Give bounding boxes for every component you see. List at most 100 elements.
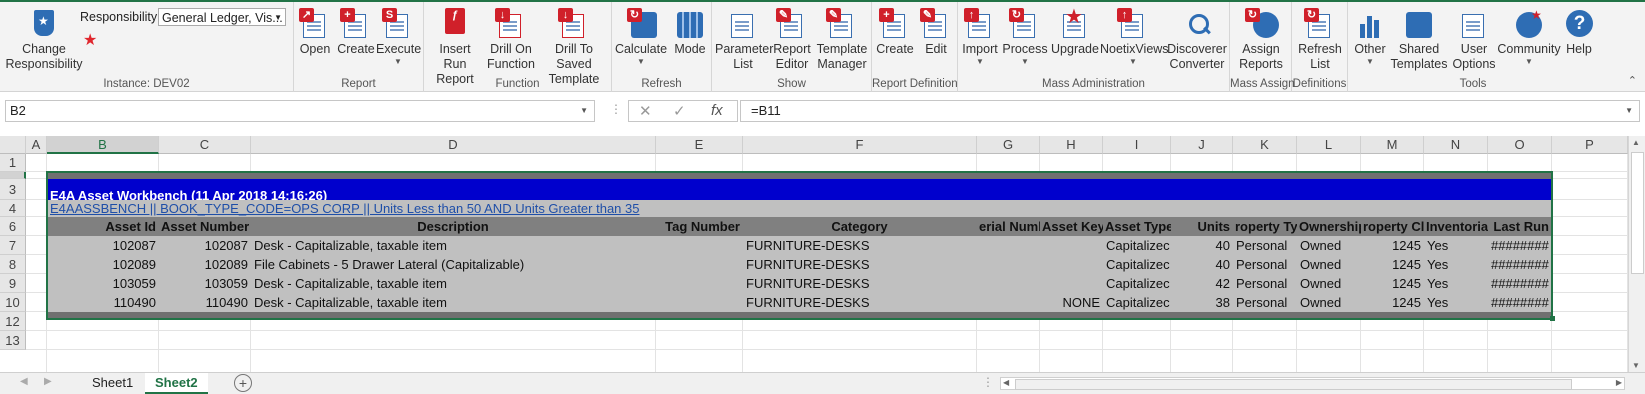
column-header-j[interactable]: J xyxy=(1171,136,1233,154)
name-box[interactable]: B2 ▼ xyxy=(5,100,595,122)
column-header-f[interactable]: F xyxy=(743,136,977,154)
instance-label: Instance: DEV02 xyxy=(103,78,190,90)
definition-create-button[interactable]: + Create xyxy=(874,8,916,57)
chevron-down-icon: ▼ xyxy=(1366,57,1374,66)
definition-edit-label: Edit xyxy=(925,42,947,56)
responsibility-select[interactable]: General Ledger, Vis... ▼ xyxy=(158,8,286,26)
column-header-c[interactable]: C xyxy=(159,136,251,154)
row-header-10[interactable]: 10 xyxy=(0,293,26,312)
vertical-scroll-thumb[interactable] xyxy=(1631,152,1644,274)
column-header-p[interactable]: P xyxy=(1552,136,1628,154)
other-button[interactable]: Other ▼ xyxy=(1350,8,1390,67)
row-header-7[interactable]: 7 xyxy=(0,236,26,255)
report-group-label: Report xyxy=(341,78,376,90)
row-header-3[interactable]: 3 xyxy=(0,179,26,200)
template-manager-button[interactable]: ✎ Template Manager xyxy=(814,8,870,72)
column-header-k[interactable]: K xyxy=(1233,136,1297,154)
tab-sheet2[interactable]: Sheet2 xyxy=(145,373,208,394)
column-header-e[interactable]: E xyxy=(656,136,743,154)
tab-sheet1[interactable]: Sheet1 xyxy=(82,373,143,394)
definition-edit-icon: ✎ xyxy=(920,8,952,40)
collapse-ribbon-icon[interactable]: ⌃ xyxy=(1628,74,1637,87)
template-manager-label: Template Manager xyxy=(816,42,868,71)
mass-assign-group-label: Mass Assign xyxy=(1230,78,1295,90)
mass-assign-group: ↻ Assign Reports Mass Assign xyxy=(1230,2,1295,94)
add-sheet-icon[interactable]: + xyxy=(234,374,252,392)
create-report-button[interactable]: + Create xyxy=(336,8,376,57)
name-box-value: B2 xyxy=(10,103,26,118)
drill-to-saved-template-button[interactable]: ↓ Drill To Saved Template xyxy=(536,8,612,87)
import-button[interactable]: ↑ Import ▼ xyxy=(960,8,1000,67)
parameter-list-button[interactable]: Parameter List xyxy=(715,8,773,72)
scroll-left-icon[interactable]: ◀ xyxy=(1003,378,1009,387)
assign-reports-icon: ↻ xyxy=(1245,8,1279,40)
assign-reports-button[interactable]: ↻ Assign Reports xyxy=(1232,8,1290,72)
noetix-views-label: NoetixViews xyxy=(1100,42,1169,56)
refresh-list-button[interactable]: ↻ Refresh List xyxy=(1294,8,1346,72)
scroll-right-icon[interactable]: ▶ xyxy=(1616,378,1622,387)
execute-button[interactable]: S Execute ▼ xyxy=(376,8,421,67)
row-header-2[interactable] xyxy=(0,172,26,179)
horizontal-scrollbar[interactable]: ◀ ▶ xyxy=(1000,377,1625,390)
drill-on-function-button[interactable]: ↓ Drill On Function xyxy=(486,8,536,72)
row-header-4[interactable]: 4 xyxy=(0,200,26,217)
refresh-group: ↻ Calculate ▼ Mode Refresh xyxy=(612,2,712,94)
column-header-n[interactable]: N xyxy=(1424,136,1488,154)
enter-icon[interactable]: ✓ xyxy=(673,102,686,120)
insert-run-report-button[interactable]: ƒ Insert Run Report xyxy=(427,8,483,87)
import-icon: ↑ xyxy=(964,8,996,40)
mode-button[interactable]: Mode xyxy=(672,8,708,57)
row-header-6[interactable]: 6 xyxy=(0,217,26,236)
column-header-g[interactable]: G xyxy=(977,136,1040,154)
insert-function-icon[interactable]: fx xyxy=(711,102,723,119)
column-header-h[interactable]: H xyxy=(1040,136,1103,154)
scroll-up-icon[interactable]: ▲ xyxy=(1632,138,1640,147)
vertical-scrollbar[interactable]: ▲ ▼ xyxy=(1628,136,1645,372)
function-group: ƒ Insert Run Report ↓ Drill On Function … xyxy=(424,2,612,94)
definition-edit-button[interactable]: ✎ Edit xyxy=(918,8,954,57)
user-options-button[interactable]: User Options xyxy=(1452,8,1496,72)
report-editor-button[interactable]: ✎ Report Editor xyxy=(772,8,812,72)
column-header-i[interactable]: I xyxy=(1103,136,1171,154)
row-header-8[interactable]: 8 xyxy=(0,255,26,274)
noetix-views-button[interactable]: ↑ NoetixViews ▼ xyxy=(1100,8,1169,67)
cancel-icon[interactable]: ✕ xyxy=(639,102,652,120)
column-header-o[interactable]: O xyxy=(1488,136,1552,154)
horizontal-scroll-thumb[interactable] xyxy=(1015,379,1572,390)
spreadsheet-grid[interactable]: A B C D E F G H I J K L M N O P 1 3 4 6 7 8 9 10 12 13 E4A Asset W… xyxy=(0,136,1645,372)
calculate-button[interactable]: ↻ Calculate ▼ xyxy=(614,8,668,67)
formula-input[interactable]: =B11 ▼ xyxy=(740,100,1640,122)
fill-handle[interactable] xyxy=(1550,316,1555,321)
row-header-1[interactable]: 1 xyxy=(0,154,26,172)
row-header-13[interactable]: 13 xyxy=(0,331,26,350)
column-header-a[interactable]: A xyxy=(26,136,47,154)
column-header-d[interactable]: D xyxy=(251,136,656,154)
change-responsibility-button[interactable]: ★ Change Responsibility xyxy=(2,8,86,72)
community-button[interactable]: ★ Community ▼ xyxy=(1496,8,1562,67)
row-header-12[interactable]: 12 xyxy=(0,312,26,331)
scroll-down-icon[interactable]: ▼ xyxy=(1632,361,1640,370)
definitions-group-label: Definitions xyxy=(1292,78,1347,90)
discoverer-converter-button[interactable]: Discoverer Converter xyxy=(1166,8,1228,72)
shared-templates-button[interactable]: Shared Templates xyxy=(1388,8,1450,72)
column-header-l[interactable]: L xyxy=(1297,136,1361,154)
responsibility-value: General Ledger, Vis... xyxy=(162,11,283,25)
tab-scroll-right-icon[interactable]: ▶ xyxy=(44,376,52,387)
function-group-label: Function xyxy=(495,78,540,90)
favorite-star-icon[interactable]: ★ xyxy=(83,30,97,50)
row-header-9[interactable]: 9 xyxy=(0,274,26,293)
report-editor-icon: ✎ xyxy=(776,8,808,40)
column-header-m[interactable]: M xyxy=(1361,136,1424,154)
column-header-b[interactable]: B xyxy=(47,136,159,154)
open-icon: ↗ xyxy=(299,8,331,40)
upgrade-button[interactable]: ★ Upgrade xyxy=(1050,7,1100,57)
user-options-label: User Options xyxy=(1452,42,1496,71)
chevron-down-icon: ▼ xyxy=(580,106,588,115)
report-definition-group: + Create ✎ Edit Report Definition xyxy=(872,2,958,94)
select-all-corner[interactable] xyxy=(0,136,26,154)
help-button[interactable]: ? Help xyxy=(1562,8,1596,57)
process-button[interactable]: ↻ Process ▼ xyxy=(1002,8,1048,67)
open-button[interactable]: ↗ Open xyxy=(298,8,332,57)
gridline xyxy=(26,349,1628,350)
tab-scroll-left-icon[interactable]: ◀ xyxy=(20,376,28,387)
